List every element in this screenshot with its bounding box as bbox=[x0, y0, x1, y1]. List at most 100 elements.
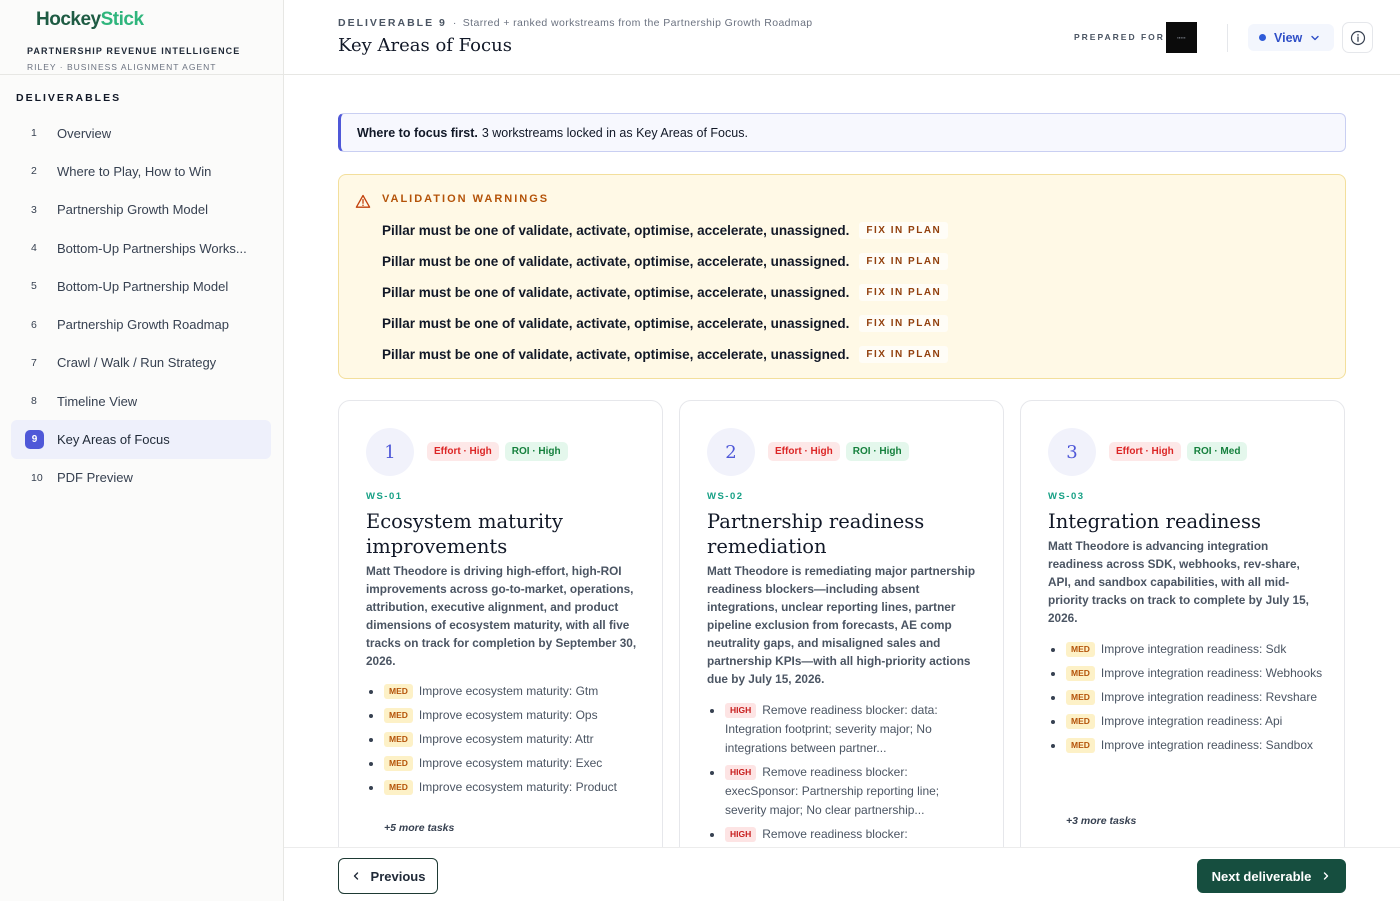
sidebar-item-number: 5 bbox=[31, 280, 57, 292]
card-description: Matt Theodore is remediating major partn… bbox=[707, 564, 976, 686]
priority-badge: MED bbox=[1066, 714, 1095, 729]
sidebar-item-number-text: 3 bbox=[31, 203, 37, 216]
sidebar-item-label: Overview bbox=[57, 125, 112, 141]
priority-badge: MED bbox=[1066, 690, 1095, 705]
priority-badge: MED bbox=[384, 780, 413, 795]
fix-in-plan-link[interactable]: FIX IN PLAN bbox=[859, 222, 949, 239]
more-tasks-link[interactable]: +5 more tasks bbox=[384, 822, 454, 834]
priority-badge: HIGH bbox=[725, 765, 757, 780]
sidebar-item[interactable]: 1 Overview bbox=[11, 114, 271, 152]
task-item: MED Improve ecosystem maturity: Product bbox=[366, 778, 641, 797]
prepared-for-label: PREPARED FOR bbox=[1074, 32, 1165, 42]
task-text: Improve ecosystem maturity: Ops bbox=[418, 708, 598, 722]
focus-card[interactable]: 2 Effort · High ROI · High WS-02 Partnership… bbox=[679, 400, 1004, 847]
task-list: MED Improve ecosystem maturity: Gtm MED Imp… bbox=[366, 682, 641, 802]
effort-tag: Effort · High bbox=[768, 442, 840, 461]
sidebar-item-label: PDF Preview bbox=[57, 470, 133, 486]
chevron-left-icon bbox=[353, 872, 358, 880]
agent-label: RILEY · BUSINESS ALIGNMENT AGENT bbox=[27, 62, 217, 72]
sidebar-item-label: Bottom-Up Partnerships Works... bbox=[57, 240, 247, 256]
task-item: HIGHRemove readiness blocker: execSponso… bbox=[707, 825, 982, 847]
sidebar-item[interactable]: 3 Partnership Growth Model bbox=[11, 191, 271, 229]
view-dropdown[interactable]: View bbox=[1248, 24, 1334, 51]
sidebar-item-number: 7 bbox=[31, 357, 57, 369]
page-header: DELIVERABLE 9 · Starred + ranked workstrea… bbox=[284, 0, 1400, 75]
task-text: Improve integration readiness: Webhooks bbox=[1100, 666, 1323, 680]
card-tags: Effort · High ROI · High bbox=[427, 442, 568, 461]
focus-card[interactable]: 3 Effort · High ROI · Med WS-03 Integration … bbox=[1020, 400, 1345, 847]
sidebar-item-number: 1 bbox=[31, 127, 57, 139]
sidebar-item-number: 9 bbox=[25, 430, 57, 450]
previous-button[interactable]: Previous bbox=[338, 858, 438, 894]
warning-row: Pillar must be one of validate, activate… bbox=[382, 277, 949, 308]
sidebar-item-number-text: 10 bbox=[31, 471, 43, 484]
task-item: MED Improve ecosystem maturity: Exec bbox=[366, 754, 641, 773]
sidebar-item-label: Bottom-Up Partnership Model bbox=[57, 278, 229, 294]
sidebar-item[interactable]: 8 Timeline View bbox=[11, 382, 271, 420]
card-description: Matt Theodore is driving high-effort, hi… bbox=[366, 564, 637, 668]
warning-row: Pillar must be one of validate, activate… bbox=[382, 308, 949, 339]
task-item: HIGH Remove readiness blocker: data: Inte… bbox=[707, 701, 982, 758]
sidebar-item[interactable]: 4 Bottom-Up Partnerships Works... bbox=[11, 229, 271, 267]
sidebar-item-label: Crawl / Walk / Run Strategy bbox=[57, 355, 217, 371]
task-text: Remove readiness blocker: execSponsor: P… bbox=[725, 765, 940, 817]
brand-name-part-b: Stick bbox=[100, 9, 144, 30]
brand-logo[interactable]: HockeyStick bbox=[36, 9, 144, 31]
workstream-id: WS-02 bbox=[707, 491, 744, 502]
sidebar-item[interactable]: 2 Where to Play, How to Win bbox=[11, 152, 271, 190]
sidebar-item-label: Key Areas of Focus bbox=[57, 432, 170, 448]
fix-in-plan-link[interactable]: FIX IN PLAN bbox=[859, 346, 949, 363]
sidebar-item[interactable]: 7 Crawl / Walk / Run Strategy bbox=[11, 344, 271, 382]
chevron-right-icon bbox=[1324, 872, 1329, 880]
focus-banner-text: 3 workstreams locked in as Key Areas of … bbox=[481, 125, 748, 140]
sidebar-section-title: DELIVERABLES bbox=[16, 92, 122, 104]
sidebar-item-number-text: 1 bbox=[31, 127, 37, 140]
task-item: HIGHRemove readiness blocker: execSponso… bbox=[707, 763, 982, 820]
sidebar-item[interactable]: 10 PDF Preview bbox=[11, 459, 271, 497]
priority-badge: HIGH bbox=[725, 827, 757, 842]
more-tasks-link[interactable]: +3 more tasks bbox=[1066, 815, 1136, 827]
warning-message: Pillar must be one of validate, activate… bbox=[382, 316, 850, 331]
brand-subtitle: PARTNERSHIP REVENUE INTELLIGENCE bbox=[27, 46, 241, 56]
warning-message: Pillar must be one of validate, activate… bbox=[382, 254, 850, 269]
task-list: HIGH Remove readiness blocker: data: Inte… bbox=[707, 701, 982, 847]
sidebar-item-number-text: 6 bbox=[31, 318, 37, 331]
fix-in-plan-link[interactable]: FIX IN PLAN bbox=[859, 253, 949, 270]
priority-badge: HIGH bbox=[725, 703, 757, 718]
breadcrumb-text: Starred + ranked workstreams from the Pa… bbox=[462, 17, 813, 29]
sidebar-item-label: Partnership Growth Roadmap bbox=[57, 317, 229, 333]
rank-badge: 3 bbox=[1048, 428, 1096, 476]
brand-name-part-a: Hockey bbox=[36, 9, 101, 30]
sidebar-item-number: 8 bbox=[31, 395, 57, 407]
task-item: MED Improve ecosystem maturity: Ops bbox=[366, 706, 641, 725]
task-text: Improve integration readiness: Sandbox bbox=[1100, 738, 1314, 752]
task-list: MED Improve integration readiness: Sdk MED… bbox=[1048, 640, 1323, 760]
warning-row: Pillar must be one of validate, activate… bbox=[382, 246, 949, 277]
warning-triangle-icon bbox=[355, 194, 371, 208]
task-text: Improve ecosystem maturity: Product bbox=[418, 780, 617, 794]
priority-badge: MED bbox=[1066, 642, 1095, 657]
priority-badge: MED bbox=[384, 708, 413, 723]
fix-in-plan-link[interactable]: FIX IN PLAN bbox=[859, 284, 949, 301]
focus-card[interactable]: 1 Effort · High ROI · High WS-01 Ecosystem m… bbox=[338, 400, 663, 847]
task-text: Improve ecosystem maturity: Gtm bbox=[418, 684, 599, 698]
main-content: Where to focus first. 3 workstreams lock… bbox=[284, 75, 1400, 847]
breadcrumb-separator: · bbox=[452, 17, 457, 29]
task-text: Remove readiness blocker: data: Integrat… bbox=[725, 703, 938, 755]
sidebar-item[interactable]: 5 Bottom-Up Partnership Model bbox=[11, 267, 271, 305]
rank-badge: 2 bbox=[707, 428, 755, 476]
sidebar: HockeyStick PARTNERSHIP REVENUE INTELLIG… bbox=[0, 0, 284, 901]
sidebar-item[interactable]: 6 Partnership Growth Roadmap bbox=[11, 305, 271, 343]
next-deliverable-button[interactable]: Next deliverable bbox=[1197, 859, 1346, 893]
next-label: Next deliverable bbox=[1211, 868, 1312, 884]
info-button[interactable] bbox=[1342, 22, 1373, 53]
card-tags: Effort · High ROI · Med bbox=[1109, 442, 1248, 461]
task-text: Improve integration readiness: Api bbox=[1100, 714, 1283, 728]
task-text: Improve integration readiness: Revshare bbox=[1100, 690, 1318, 704]
fix-in-plan-link[interactable]: FIX IN PLAN bbox=[859, 315, 949, 332]
task-item: MED Improve integration readiness: Api bbox=[1048, 712, 1323, 731]
warning-row: Pillar must be one of validate, activate… bbox=[382, 339, 949, 370]
task-text: Improve integration readiness: Sdk bbox=[1100, 642, 1287, 656]
warning-message: Pillar must be one of validate, activate… bbox=[382, 347, 850, 362]
sidebar-item[interactable]: 9 Key Areas of Focus bbox=[11, 420, 271, 459]
